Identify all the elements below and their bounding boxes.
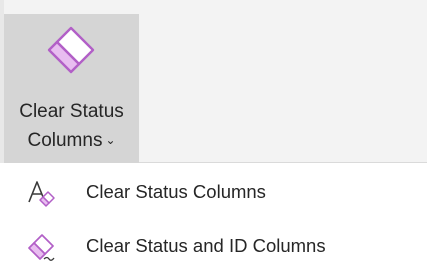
menu-item-label: Clear Status Columns [86,181,266,202]
menu-item-clear-status-and-id-columns[interactable]: Clear Status and ID Columns [0,225,427,267]
screen: Clear Status Columns ⌄ Clear Status Colum… [0,0,427,279]
eraser-icon [47,26,95,74]
button-label-line2-text: Columns [27,130,103,151]
menu-item-clear-status-columns[interactable]: Clear Status Columns [0,171,427,213]
button-label-line1: Clear Status [19,101,124,122]
eraser-icon [28,234,55,261]
dropdown-menu: Clear Status Columns Clear Status and ID… [0,164,427,279]
button-label-line2: Columns ⌄ [4,130,139,153]
menu-item-label: Clear Status and ID Columns [86,235,326,256]
ribbon: Clear Status Columns ⌄ [0,0,427,163]
chevron-down-icon[interactable]: ⌄ [105,133,115,147]
clear-formatting-icon [28,181,55,207]
clear-status-columns-button[interactable]: Clear Status Columns ⌄ [4,14,139,163]
